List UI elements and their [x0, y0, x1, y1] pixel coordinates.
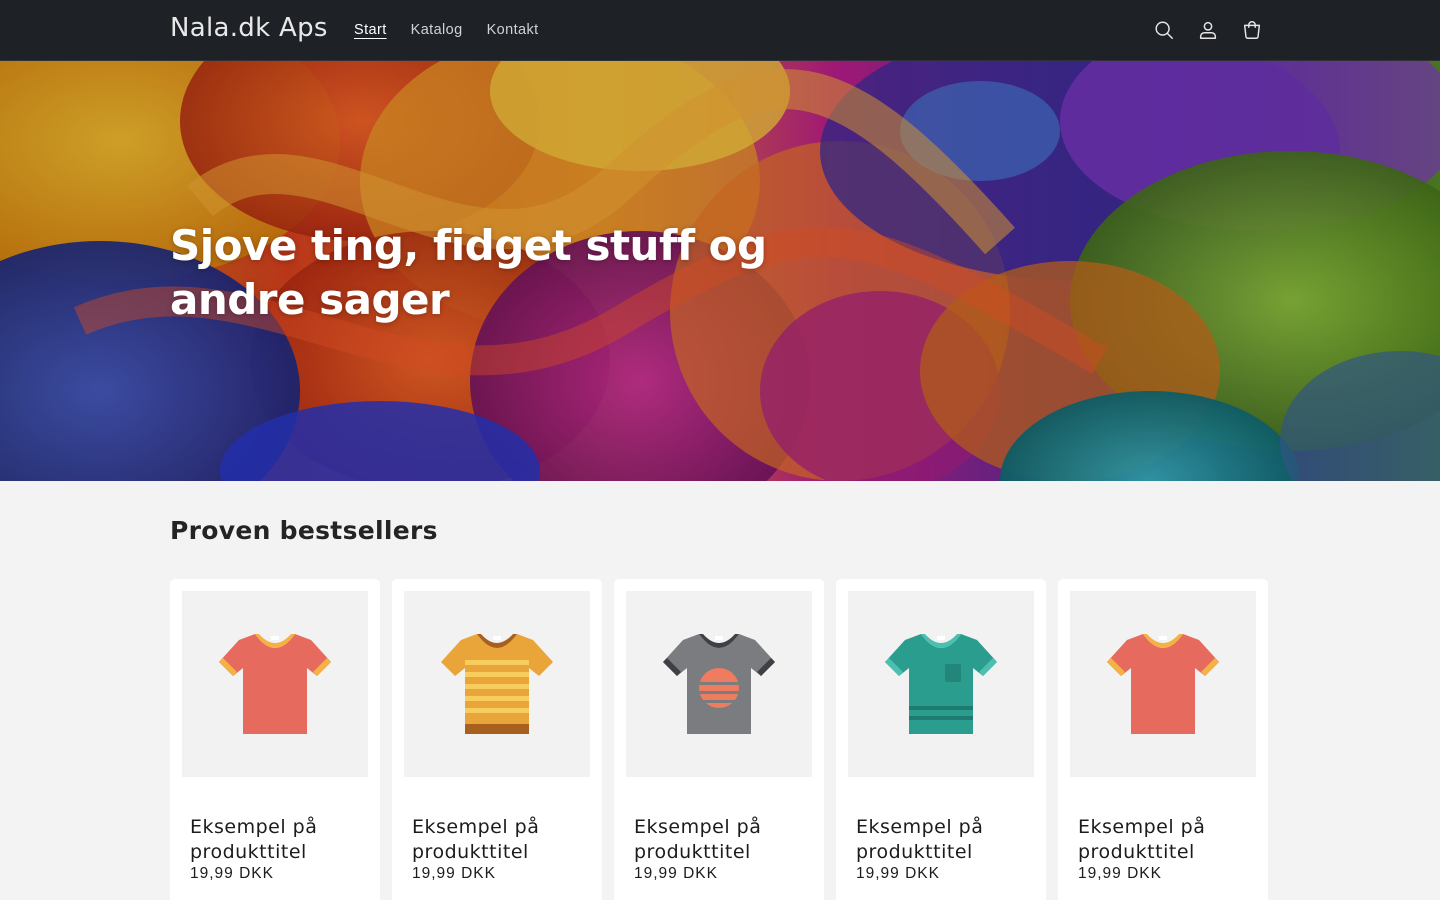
product-price: 19,99 DKK — [856, 865, 940, 882]
product-card[interactable]: Eksempel på produkttitel 19,99 DKK — [614, 579, 824, 900]
hero-title: Sjove ting, fidget stuff og andre sager — [170, 221, 767, 324]
product-price: 19,99 DKK — [634, 865, 718, 882]
nav-katalog[interactable]: Katalog — [399, 22, 475, 38]
product-title[interactable]: Eksempel på produkttitel — [182, 815, 368, 865]
product-card[interactable]: Eksempel på produkttitel 19,99 DKK — [1058, 579, 1268, 900]
product-image — [626, 591, 812, 777]
nav-start[interactable]: Start — [342, 22, 399, 38]
tshirt-icon — [219, 634, 331, 734]
main-nav: Start Katalog Kontakt — [342, 0, 551, 60]
product-grid: Eksempel på produkttitel 19,99 DKK Eksem… — [170, 579, 1268, 900]
product-card[interactable]: Eksempel på produkttitel 19,99 DKK — [836, 579, 1046, 900]
product-image — [848, 591, 1034, 777]
product-image — [182, 591, 368, 777]
hero-banner: Sjove ting, fidget stuff og andre sager — [0, 61, 1440, 481]
site-header: Nala.dk Aps Start Katalog Kontakt — [0, 0, 1440, 61]
product-title[interactable]: Eksempel på produkttitel — [626, 815, 812, 865]
tshirt-icon — [1107, 634, 1219, 734]
account-icon[interactable] — [1186, 8, 1230, 52]
store-logo[interactable]: Nala.dk Aps — [170, 13, 328, 43]
product-title[interactable]: Eksempel på produkttitel — [848, 815, 1034, 865]
bestsellers-title: Proven bestsellers — [170, 516, 438, 545]
cart-icon[interactable] — [1230, 8, 1274, 52]
product-card[interactable]: Eksempel på produkttitel 19,99 DKK — [392, 579, 602, 900]
product-title[interactable]: Eksempel på produkttitel — [1070, 815, 1256, 865]
nav-kontakt[interactable]: Kontakt — [475, 22, 551, 38]
product-title[interactable]: Eksempel på produkttitel — [404, 815, 590, 865]
product-price: 19,99 DKK — [412, 865, 496, 882]
tshirt-icon — [885, 634, 997, 734]
product-image — [404, 591, 590, 777]
product-card[interactable]: Eksempel på produkttitel 19,99 DKK — [170, 579, 380, 900]
search-icon[interactable] — [1142, 8, 1186, 52]
tshirt-icon — [441, 634, 553, 734]
tshirt-icon — [663, 634, 775, 734]
product-image — [1070, 591, 1256, 777]
product-price: 19,99 DKK — [1078, 865, 1162, 882]
header-icons — [1142, 8, 1274, 52]
product-price: 19,99 DKK — [190, 865, 274, 882]
